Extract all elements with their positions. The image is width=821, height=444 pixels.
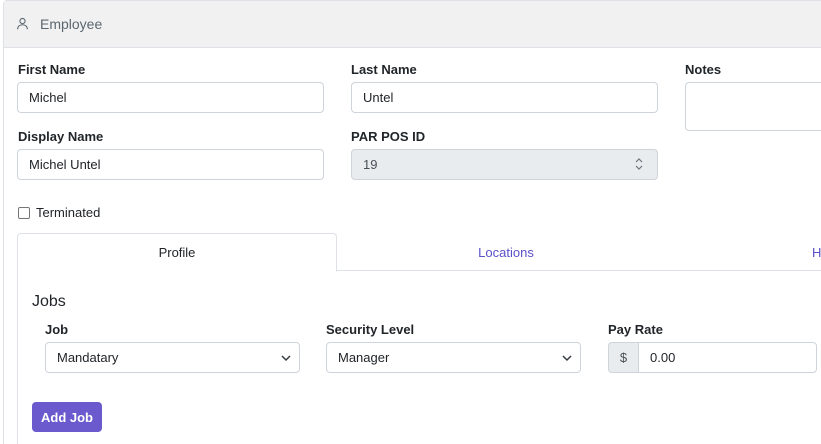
tab-profile[interactable]: Profile [17,233,337,272]
security-level-value: Manager [338,350,390,365]
jobs-title: Jobs [32,293,66,310]
tab-locations[interactable]: Locations [337,233,675,271]
first-name-label: First Name [18,62,86,77]
par-pos-id-label: PAR POS ID [351,129,426,144]
pay-rate-label: Pay Rate [608,322,663,337]
job-label: Job [45,322,69,337]
terminated-label: Terminated [36,205,101,220]
notes-label: Notes [685,62,722,77]
notes-textarea[interactable] [685,82,821,131]
person-icon [16,17,30,31]
chevron-down-icon [281,355,291,362]
tab-bar: Profile Locations H [17,233,821,272]
spinner-arrows-icon [635,158,643,170]
par-pos-id-input: 19 [351,149,658,180]
terminated-checkbox[interactable] [18,206,30,219]
last-name-label: Last Name [351,62,417,77]
terminated-checkbox-row[interactable]: Terminated [18,205,100,220]
display-name-input[interactable]: Michel Untel [17,149,324,180]
last-name-input[interactable]: Untel [351,82,658,113]
card-header: Employee [4,1,821,48]
add-job-button[interactable]: Add Job [32,402,102,432]
pay-rate-group: $ 0.00 [608,342,817,373]
pay-rate-input[interactable]: 0.00 [638,342,817,373]
security-level-label: Security Level [326,322,415,337]
job-select[interactable]: Mandatary [45,342,300,373]
job-select-value: Mandatary [57,350,119,365]
chevron-down-icon [562,355,572,362]
display-name-label: Display Name [18,129,104,144]
tab-third[interactable]: H [812,233,821,271]
currency-addon: $ [608,342,638,373]
par-pos-id-value: 19 [363,157,378,172]
card-title: Employee [40,16,103,32]
security-level-select[interactable]: Manager [326,342,581,373]
first-name-input[interactable]: Michel [17,82,324,113]
